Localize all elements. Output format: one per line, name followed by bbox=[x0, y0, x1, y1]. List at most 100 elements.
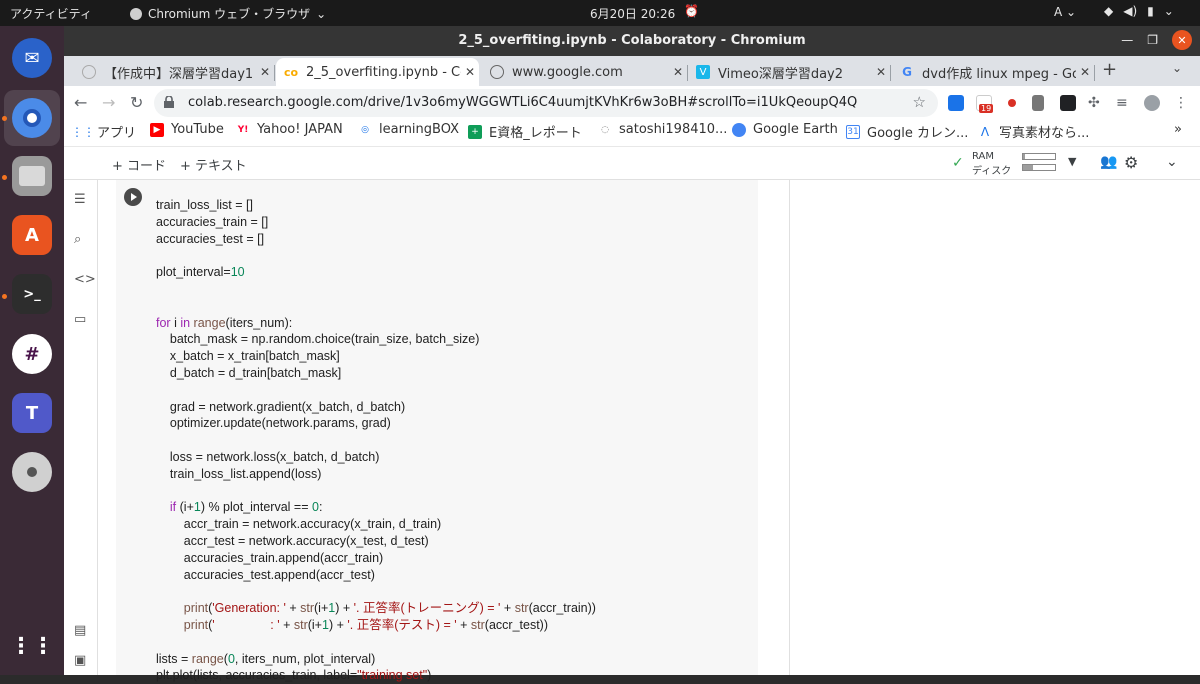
thunderbird-icon[interactable]: ✉ bbox=[12, 38, 52, 78]
colab-side-panel: ☰ ⌕ <> ▭ ▤ ▣ bbox=[64, 180, 98, 675]
code-line: accuracies_test = [] bbox=[156, 231, 265, 246]
tab-google[interactable]: www.google.com ✕ bbox=[482, 58, 688, 86]
calendar-icon: 31 bbox=[846, 124, 860, 139]
ram-usage-bar bbox=[1022, 153, 1056, 160]
close-window-button[interactable]: ✕ bbox=[1172, 30, 1192, 50]
terminal-icon[interactable]: ▣ bbox=[74, 653, 86, 668]
bookmark-eshikaku[interactable]: + E資格_レポート bbox=[468, 122, 582, 141]
code-line: accuracies_test.append(accr_test) bbox=[156, 567, 375, 582]
app-menu[interactable]: Chromium ウェブ・ブラウザ ⌄ bbox=[130, 5, 326, 22]
code-line: optimizer.update(network.params, grad) bbox=[156, 416, 391, 431]
software-center-icon[interactable]: A bbox=[12, 215, 52, 255]
volume-icon: ◀) bbox=[1123, 4, 1138, 18]
window-controls: — ❐ ✕ bbox=[1121, 30, 1192, 50]
app-menu-label: Chromium ウェブ・ブラウザ bbox=[148, 7, 311, 21]
command-palette-icon[interactable]: ▤ bbox=[74, 623, 86, 638]
code-line: train_loss_list = [] bbox=[156, 198, 253, 212]
record-icon[interactable] bbox=[1004, 95, 1020, 111]
extension-icon[interactable] bbox=[1060, 95, 1076, 111]
reload-icon[interactable]: ↻ bbox=[130, 93, 143, 112]
run-cell-button[interactable] bbox=[124, 188, 142, 206]
battery-icon: ▮ bbox=[1147, 4, 1154, 18]
new-tab-button[interactable]: + bbox=[1102, 59, 1117, 80]
disc-icon[interactable] bbox=[12, 452, 52, 492]
close-tab-icon[interactable]: ✕ bbox=[461, 65, 479, 79]
bookmark-photo[interactable]: Λ 写真素材なら... bbox=[978, 122, 1090, 142]
close-tab-icon[interactable]: ✕ bbox=[256, 65, 274, 79]
minimize-icon[interactable]: — bbox=[1121, 33, 1133, 47]
code-editor[interactable]: train_loss_list = [] accuracies_train = [… bbox=[156, 197, 596, 684]
bookmark-label: satoshi198410... bbox=[619, 122, 728, 137]
colab-icon: co bbox=[283, 65, 299, 79]
gear-icon[interactable]: ⚙ bbox=[1124, 153, 1138, 172]
chromium-window: 2_5_overfiting.ipynb - Colaboratory - Ch… bbox=[64, 26, 1200, 682]
tab-separator bbox=[274, 65, 275, 81]
tab-separator bbox=[890, 65, 891, 81]
share-people-icon[interactable]: 👥 bbox=[1100, 154, 1117, 170]
system-tray[interactable]: ◆ ◀) ▮ ⌄ bbox=[1104, 4, 1174, 18]
chromium-icon bbox=[130, 7, 142, 20]
bookmark-apps[interactable]: ⋮⋮ アプリ bbox=[71, 122, 137, 142]
maximize-icon[interactable]: ❐ bbox=[1147, 33, 1158, 47]
slack-icon[interactable]: # bbox=[12, 334, 52, 374]
close-tab-icon[interactable]: ✕ bbox=[669, 65, 687, 79]
learningbox-icon: ◎ bbox=[361, 124, 369, 135]
chromium-icon[interactable] bbox=[12, 98, 52, 138]
resource-dropdown-icon[interactable]: ▼ bbox=[1068, 155, 1076, 168]
search-icon[interactable]: ⌕ bbox=[74, 232, 81, 247]
teams-icon[interactable]: T bbox=[12, 393, 52, 433]
toc-icon[interactable]: ☰ bbox=[74, 192, 86, 207]
running-indicator bbox=[2, 175, 7, 180]
close-tab-icon[interactable]: ✕ bbox=[872, 65, 890, 79]
tab-label: Vimeo深層学習day2 bbox=[718, 66, 844, 82]
close-tab-icon[interactable]: ✕ bbox=[1076, 65, 1094, 79]
kebab-menu-icon[interactable]: ⋮ bbox=[1174, 95, 1190, 111]
google-icon: G bbox=[902, 65, 912, 79]
address-bar[interactable]: colab.research.google.com/drive/1v3o6myW… bbox=[154, 89, 938, 117]
alarm-icon: ⏰ bbox=[684, 4, 699, 18]
bookmark-google-earth[interactable]: Google Earth bbox=[732, 122, 838, 137]
code-line: loss = network.loss(x_batch, d_batch) bbox=[156, 449, 380, 464]
add-text-button[interactable]: + テキスト bbox=[180, 155, 247, 174]
bookmarks-overflow-icon[interactable]: » bbox=[1174, 122, 1182, 137]
bookmark-star-icon[interactable]: ☆ bbox=[913, 93, 926, 111]
tab-dvd[interactable]: G dvd作成 linux mpeg - Goo ✕ bbox=[892, 58, 1095, 86]
google-earth-icon bbox=[732, 122, 746, 137]
extension-icon[interactable] bbox=[1032, 95, 1044, 111]
bookmark-yahoo[interactable]: Y! Yahoo! JAPAN bbox=[236, 122, 343, 137]
bookmark-youtube[interactable]: ▶ YouTube bbox=[150, 122, 224, 137]
reading-list-icon[interactable]: ≡ bbox=[1116, 95, 1132, 111]
bookmark-label: アプリ bbox=[97, 126, 137, 141]
extension-icon[interactable] bbox=[948, 95, 964, 111]
input-method-label: A bbox=[1054, 5, 1063, 19]
tab-sakusei[interactable]: 【作成中】深層学習day1 ✕ bbox=[74, 58, 275, 86]
code-line: print(' : ' + str(i+1) + '. 正答率(テスト) = '… bbox=[183, 617, 548, 632]
bookmark-learningbox[interactable]: ◎ learningBOX bbox=[358, 122, 459, 137]
chevron-down-icon[interactable]: ⌄ bbox=[1166, 154, 1178, 170]
running-indicator bbox=[2, 116, 7, 121]
gmail-icon[interactable]: 19 bbox=[976, 95, 994, 113]
profile-avatar[interactable] bbox=[1144, 95, 1160, 111]
add-code-button[interactable]: + コード bbox=[112, 155, 166, 174]
puzzle-icon[interactable]: ✣ bbox=[1088, 95, 1104, 111]
tab-search-icon[interactable]: ⌄ bbox=[1172, 61, 1182, 75]
folder-icon[interactable]: ▭ bbox=[74, 312, 86, 327]
show-apps-icon[interactable]: ⋮⋮ bbox=[10, 626, 54, 666]
activities-button[interactable]: アクティビティ bbox=[10, 5, 92, 22]
clock[interactable]: 6月20日 20:26 bbox=[590, 5, 675, 22]
input-method-indicator[interactable]: A ⌄ bbox=[1054, 5, 1076, 19]
gmail-badge: 19 bbox=[979, 104, 994, 113]
lock-icon bbox=[164, 96, 174, 108]
bookmark-satoshi[interactable]: ◌ satoshi198410... bbox=[598, 122, 727, 137]
files-icon[interactable] bbox=[12, 156, 52, 196]
code-snippets-icon[interactable]: <> bbox=[74, 272, 96, 287]
terminal-icon[interactable]: >_ bbox=[12, 274, 52, 314]
tab-colab[interactable]: co 2_5_overfiting.ipynb - Co ✕ bbox=[276, 58, 479, 86]
bookmark-google-calendar[interactable]: 31 Google カレン... bbox=[846, 122, 968, 141]
forward-icon[interactable]: → bbox=[102, 93, 115, 112]
bookmark-label: Google Earth bbox=[753, 122, 838, 137]
back-icon[interactable]: ← bbox=[74, 93, 87, 112]
tab-vimeo[interactable]: V Vimeo深層学習day2 ✕ bbox=[688, 58, 891, 86]
code-cell[interactable]: train_loss_list = [] accuracies_train = [… bbox=[116, 180, 758, 682]
